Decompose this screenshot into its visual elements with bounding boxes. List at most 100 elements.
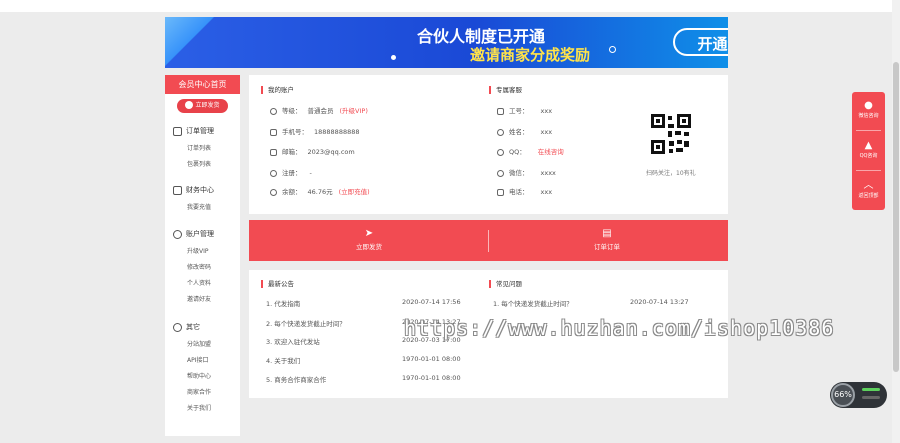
- banner-subtitle: 邀请商家分成奖励: [470, 46, 591, 64]
- partner-banner[interactable]: 合伙人制度已开通 邀请商家分成奖励 开通合伙人: [165, 17, 728, 68]
- wechat-icon: [497, 169, 504, 177]
- finance-icon: [173, 185, 182, 195]
- notice-item[interactable]: 2. 每个快递发货截止时间？: [266, 318, 346, 328]
- download-bar: [862, 396, 880, 399]
- sidebar-item-cooperation[interactable]: 商家合作: [187, 387, 211, 396]
- register-label: 注册：: [282, 169, 302, 177]
- staff-name-label: 姓名：: [509, 128, 529, 136]
- sidebar-group-orders[interactable]: 订单管理: [173, 126, 214, 136]
- back-to-top-button[interactable]: ︿ 返回顶部: [852, 180, 885, 199]
- account-title: 我的账户: [261, 86, 294, 94]
- qq-consult-button[interactable]: ▲ QQ咨询: [852, 140, 885, 159]
- chevron-up-icon: ︿: [863, 180, 874, 191]
- phone-label: 手机号：: [282, 128, 308, 136]
- sidebar: 会员中心首页 立即发货 订单管理 订单列表 包裹列表 财务中心 我要充值 账户管…: [165, 75, 240, 436]
- wechat-value: xxxx: [540, 169, 556, 177]
- service-title: 专属客服: [489, 86, 522, 94]
- balance-label: 余额：: [282, 188, 302, 196]
- notice-date: 1970-01-01 08:00: [402, 355, 461, 363]
- tel-row: 电话： xxx: [497, 186, 552, 196]
- qq-label: QQ：: [509, 148, 526, 156]
- open-partner-button[interactable]: 开通合伙人: [673, 28, 728, 56]
- banner-dot: [391, 55, 396, 60]
- banner-dot: [609, 46, 616, 53]
- quick-ship-button[interactable]: 立即发货: [177, 99, 228, 113]
- notice-item[interactable]: 1. 代发指南: [266, 298, 300, 308]
- notice-item[interactable]: 5. 商务合作商家合作: [266, 374, 326, 384]
- sidebar-item-package-list[interactable]: 包裹列表: [187, 159, 211, 168]
- ship-now-button[interactable]: ➤ 立即发货: [329, 228, 409, 251]
- sidebar-item-about[interactable]: 关于我们: [187, 403, 211, 412]
- qq-icon: [497, 148, 504, 156]
- sidebar-item-help[interactable]: 帮助中心: [187, 371, 211, 380]
- phone-value: 18888888888: [314, 128, 360, 136]
- phone-row: 手机号： 18888888888: [270, 126, 360, 136]
- notice-date: 2020-07-14 17:56: [402, 298, 461, 306]
- sidebar-group-label: 财务中心: [186, 186, 214, 194]
- user-icon: [173, 229, 182, 239]
- order-icon: [173, 126, 182, 136]
- sidebar-group-finance[interactable]: 财务中心: [173, 185, 214, 195]
- register-row: 注册： -: [270, 167, 312, 177]
- staff-id-row: 工号： xxx: [497, 105, 552, 115]
- qr-code-icon: [651, 114, 691, 154]
- network-speed-widget[interactable]: 66%: [830, 382, 887, 408]
- email-row: 邮箱： 2023@qq.com: [270, 146, 355, 156]
- staff-name-value: xxx: [540, 128, 553, 136]
- recharge-link[interactable]: (立即充值): [339, 188, 370, 196]
- scrollbar-thumb[interactable]: [893, 62, 899, 372]
- banner-decoration: [165, 17, 235, 68]
- sidebar-item-upgrade-vip[interactable]: 升级VIP: [187, 246, 209, 255]
- sidebar-item-api[interactable]: API接口: [187, 355, 209, 364]
- member-center-home-link[interactable]: 会员中心首页: [165, 75, 240, 94]
- sidebar-item-profile[interactable]: 个人资料: [187, 278, 211, 287]
- upgrade-vip-link[interactable]: (升级VIP): [340, 107, 368, 115]
- page-scrollbar[interactable]: [892, 0, 900, 443]
- level-icon: [270, 107, 277, 115]
- ship-now-label: 立即发货: [356, 243, 382, 251]
- divider: [488, 230, 489, 252]
- staff-name-row: 姓名： xxx: [497, 126, 552, 136]
- top-bar: [0, 0, 892, 12]
- qq-online-link[interactable]: 在线咨询: [538, 148, 564, 156]
- notice-item[interactable]: 3. 欢迎入驻代发站: [266, 336, 320, 346]
- sidebar-group-label: 其它: [186, 323, 200, 331]
- mail-icon: [270, 148, 277, 156]
- wechat-label: 微信：: [509, 169, 529, 177]
- person-icon: [497, 128, 504, 136]
- faq-title: 常见问题: [489, 280, 522, 288]
- quick-ship-label: 立即发货: [195, 102, 220, 109]
- qq-row: QQ： 在线咨询: [497, 146, 564, 156]
- wechat-consult-label: 微信咨询: [858, 113, 879, 119]
- orders-button[interactable]: ▤ 订单订单: [567, 228, 647, 251]
- sidebar-group-other[interactable]: 其它: [173, 322, 200, 332]
- level-value: 普通会员: [307, 107, 334, 115]
- sidebar-item-franchise[interactable]: 分站加盟: [187, 339, 211, 348]
- wechat-icon: ●: [864, 100, 873, 111]
- email-value: 2023@qq.com: [307, 148, 355, 156]
- qr-caption: 扫码关注，10有礼: [646, 170, 696, 177]
- notice-item[interactable]: 4. 关于我们: [266, 355, 300, 365]
- divider: [856, 130, 881, 131]
- wechat-consult-button[interactable]: ● 微信咨询: [852, 100, 885, 119]
- qq-icon: ▲: [864, 140, 873, 151]
- wallet-icon: [270, 188, 277, 196]
- register-value: -: [309, 169, 312, 177]
- send-icon: ➤: [364, 228, 374, 239]
- upload-bar: [862, 388, 880, 391]
- orders-label: 订单订单: [594, 243, 620, 251]
- sidebar-item-change-password[interactable]: 修改密码: [187, 262, 211, 271]
- sidebar-group-account[interactable]: 账户管理: [173, 229, 214, 239]
- floating-contact-bar: ● 微信咨询 ▲ QQ咨询 ︿ 返回顶部: [852, 92, 885, 210]
- quick-actions-bar: ➤ 立即发货 ▤ 订单订单: [249, 220, 728, 261]
- sidebar-item-order-list[interactable]: 订单列表: [187, 143, 211, 152]
- speed-gauge: 66%: [831, 383, 855, 407]
- faq-item[interactable]: 1. 每个快递发货截止时间？: [493, 298, 573, 308]
- clock-icon: [270, 169, 277, 177]
- id-icon: [497, 107, 504, 115]
- notices-title: 最新公告: [261, 280, 294, 288]
- phone-icon: [270, 128, 277, 136]
- level-row: 等级： 普通会员 (升级VIP): [270, 105, 368, 115]
- sidebar-item-recharge[interactable]: 我要充值: [187, 202, 211, 211]
- sidebar-item-invite[interactable]: 邀请好友: [187, 294, 211, 303]
